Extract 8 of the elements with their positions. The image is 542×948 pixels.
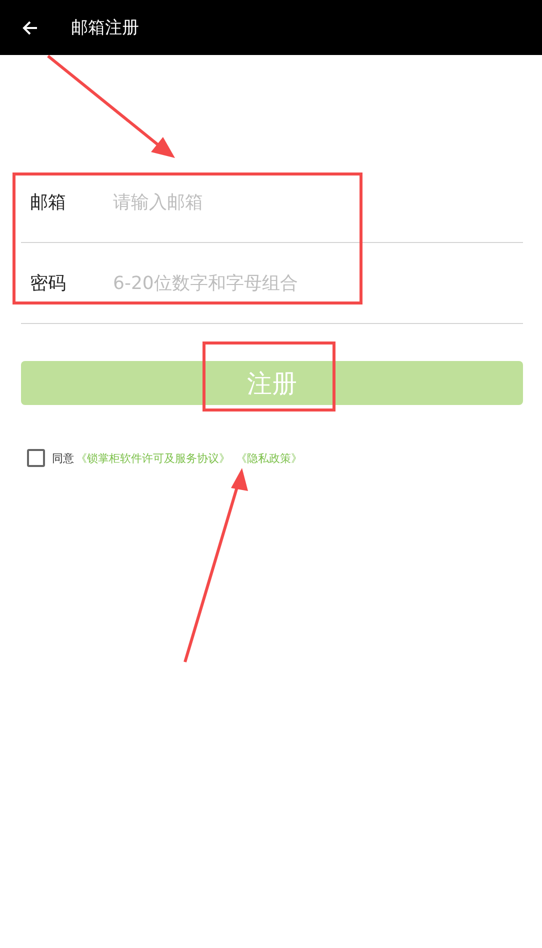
agreement-link[interactable]: 《隐私政策》 [236,450,302,466]
agree-text: 同意 [52,450,74,466]
field-label: 邮箱 [29,191,67,214]
page-title: 邮箱注册 [71,17,139,39]
field-label: 密码 [29,272,67,295]
back-arrow-icon[interactable] [21,18,39,36]
agreement-checkbox[interactable] [27,449,45,467]
agreement-link[interactable]: 《锁掌柜软件许可及服务协议》 [76,450,230,466]
